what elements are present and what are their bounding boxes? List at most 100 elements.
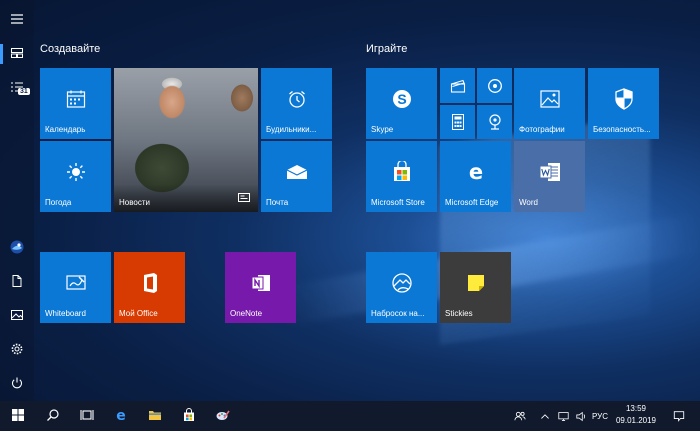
clock-date: 09.01.2019 (615, 416, 657, 425)
office-icon (140, 272, 160, 294)
start-button[interactable] (0, 401, 36, 431)
power-button[interactable] (0, 368, 34, 400)
svg-text:e: e (116, 408, 126, 422)
group-title-create[interactable]: Создавайте (40, 43, 100, 55)
tile-label: Stickies (445, 309, 473, 318)
tile-calculator[interactable] (440, 105, 475, 139)
tile-stickies[interactable]: Stickies (440, 252, 511, 323)
taskbar-paint-button[interactable] (206, 401, 240, 431)
word-icon (538, 161, 562, 183)
task-view-icon (80, 407, 94, 426)
whiteboard-icon (65, 273, 87, 293)
svg-text:e: e (468, 161, 482, 183)
pictures-button[interactable] (0, 300, 34, 332)
tiles-icon (10, 45, 24, 64)
power-icon (10, 375, 24, 394)
tile-label: Набросок на... (371, 309, 425, 318)
file-explorer-icon (148, 407, 162, 426)
paint-icon (216, 407, 230, 426)
onenote-icon (250, 272, 272, 294)
documents-button[interactable] (0, 266, 34, 298)
tile-sketch[interactable]: Набросок на... (366, 252, 437, 323)
clock-time: 13:59 (625, 404, 647, 413)
tile-camera[interactable] (477, 105, 512, 139)
action-center-button[interactable] (666, 401, 692, 431)
volume-button[interactable] (572, 401, 590, 431)
chevron-up-icon (540, 407, 550, 426)
tile-onenote[interactable]: OneNote (225, 252, 296, 323)
tile-label: Skype (371, 125, 394, 134)
edge-icon: e (465, 161, 487, 183)
sketch-icon (390, 272, 414, 294)
tile-skype[interactable]: S Skype (366, 68, 437, 139)
tile-groove[interactable] (477, 68, 512, 103)
tile-weather[interactable]: Погода (40, 141, 111, 212)
pictures-icon (10, 307, 24, 326)
tile-microsoft-edge[interactable]: e Microsoft Edge (440, 141, 511, 212)
calendar-icon (65, 88, 87, 110)
network-icon (557, 407, 569, 426)
settings-icon (10, 341, 24, 360)
tile-label: Безопасность... (593, 125, 651, 134)
tile-label: Microsoft Store (371, 198, 425, 207)
tile-label: Whiteboard (45, 309, 86, 318)
people-icon (514, 407, 526, 426)
start-left-rail: 31 (0, 0, 34, 401)
taskbar: e РУС 13:59 09.01.2019 (0, 401, 700, 431)
taskbar-store-button[interactable] (172, 401, 206, 431)
skype-icon: S (390, 87, 414, 111)
shield-icon (614, 88, 634, 110)
all-apps-button[interactable]: 31 (0, 72, 34, 104)
notification-icon (673, 407, 685, 426)
tile-label: Мой Office (119, 309, 158, 318)
music-disc-icon (487, 78, 503, 94)
document-icon (10, 273, 24, 292)
calendar-date-badge: 31 (18, 88, 30, 95)
task-view-button[interactable] (70, 401, 104, 431)
hamburger-icon (10, 11, 24, 30)
film-icon (450, 79, 466, 93)
network-button[interactable] (554, 401, 572, 431)
tile-mail[interactable]: Почта (261, 141, 332, 212)
pinned-tiles-button[interactable] (0, 38, 34, 70)
tile-whiteboard[interactable]: Whiteboard (40, 252, 111, 323)
tile-photos[interactable]: Фотографии (514, 68, 585, 139)
tile-label: Новости (119, 198, 150, 207)
settings-button[interactable] (0, 334, 34, 366)
tile-label: Календарь (45, 125, 86, 134)
group-title-play[interactable]: Играйте (366, 43, 407, 55)
taskbar-file-explorer-button[interactable] (138, 401, 172, 431)
sun-icon (65, 161, 87, 183)
tile-label: Почта (266, 198, 289, 207)
edge-icon: e (114, 407, 128, 426)
expand-menu-button[interactable] (0, 4, 34, 36)
tile-calendar[interactable]: Календарь (40, 68, 111, 139)
tile-word[interactable]: Word (514, 141, 585, 212)
calculator-icon (451, 114, 464, 130)
webcam-icon (488, 114, 502, 130)
photo-icon (539, 89, 561, 109)
tile-label: OneNote (230, 309, 263, 318)
user-account-button[interactable] (0, 232, 34, 264)
taskbar-edge-button[interactable]: e (104, 401, 138, 431)
taskbar-clock[interactable]: 13:59 09.01.2019 (614, 404, 658, 430)
store-icon (391, 161, 413, 183)
search-button[interactable] (36, 401, 70, 431)
alarm-clock-icon (286, 88, 308, 110)
input-language-indicator[interactable]: РУС (592, 412, 608, 421)
store-icon (182, 407, 196, 426)
tile-my-office[interactable]: Мой Office (114, 252, 185, 323)
tile-news[interactable]: Новости (114, 68, 258, 212)
tile-microsoft-store[interactable]: Microsoft Store (366, 141, 437, 212)
tile-label: Погода (45, 198, 72, 207)
avatar-icon (10, 239, 24, 258)
tile-security[interactable]: Безопасность... (588, 68, 659, 139)
tile-alarms[interactable]: Будильники... (261, 68, 332, 139)
windows-icon (11, 407, 25, 426)
people-button[interactable] (508, 401, 532, 431)
tile-label: Фотографии (519, 125, 565, 134)
tile-label: Microsoft Edge (445, 198, 499, 207)
show-hidden-icons-button[interactable] (536, 401, 554, 431)
tile-movies[interactable] (440, 68, 475, 103)
search-icon (46, 407, 60, 426)
